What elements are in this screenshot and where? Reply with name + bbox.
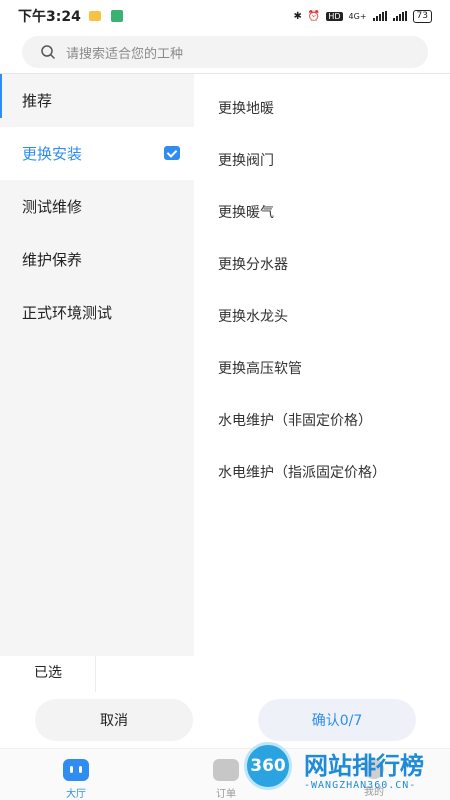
sidebar-item-env-test[interactable]: 正式环境测试 (0, 286, 194, 339)
list-item[interactable]: 水电维护（指派固定价格） (194, 446, 450, 498)
sidebar-item-label: 正式环境测试 (22, 304, 113, 322)
list-item[interactable]: 更换阀门 (194, 134, 450, 186)
list-item[interactable]: 更换地暖 (194, 82, 450, 134)
list-item-label: 水电维护（指派固定价格） (218, 465, 386, 481)
list-item-label: 水电维护（非固定价格） (218, 413, 372, 429)
sidebar-item-label: 测试维修 (22, 198, 83, 216)
list-item[interactable]: 更换分水器 (194, 238, 450, 290)
selected-divider (95, 656, 96, 692)
search-icon (41, 45, 55, 59)
list-item-label: 更换分水器 (218, 257, 288, 273)
search-input[interactable]: 请搜索适合您的工种 (66, 43, 183, 62)
hd-badge: HD (326, 11, 343, 21)
sidebar-item-label: 维护保养 (22, 251, 83, 269)
alarm-icon: ⏰ (307, 10, 321, 22)
sidebar-accent-bar (0, 74, 2, 118)
app-notification-icon (110, 10, 123, 22)
status-time: 下午3:24 (18, 9, 81, 25)
list-item[interactable]: 更换水龙头 (194, 290, 450, 342)
network-type: 4G+ (348, 11, 367, 21)
sidebar-item-label: 更换安装 (22, 145, 83, 163)
watermark-logo: 360 (244, 742, 292, 790)
sidebar-item-recommend[interactable]: 推荐 (0, 74, 194, 127)
status-bar: 下午3:24 ✱ ⏰ HD 4G+ 73 (0, 0, 450, 32)
list-item-label: 更换高压软管 (218, 361, 302, 377)
watermark: 360 网站排行榜 -WANGZHAN360.CN- (244, 742, 450, 800)
list-item[interactable]: 水电维护（非固定价格） (194, 394, 450, 446)
list-item-label: 更换阀门 (218, 153, 274, 169)
battery-icon: 73 (412, 9, 432, 23)
sidebar-item-label: 推荐 (22, 92, 53, 110)
status-right: ✱ ⏰ HD 4G+ 73 (293, 9, 432, 23)
watermark-subtitle: -WANGZHAN360.CN- (304, 780, 417, 791)
bluetooth-icon: ✱ (293, 10, 302, 22)
signal-icon-2 (392, 11, 407, 21)
hall-icon (63, 759, 89, 781)
order-icon (213, 759, 239, 781)
tab-label: 大厅 (66, 789, 86, 800)
list-item[interactable]: 更换高压软管 (194, 342, 450, 394)
tab-hall[interactable]: 大厅 (46, 759, 106, 800)
tab-label: 订单 (216, 789, 236, 800)
watermark-title: 网站排行榜 (304, 752, 424, 780)
notification-icon (88, 11, 101, 21)
selected-label: 已选 (34, 665, 62, 681)
list-item-label: 更换暖气 (218, 205, 274, 221)
sidebar-item-replace-install[interactable]: 更换安装 (0, 127, 194, 180)
checkbox-checked-icon[interactable] (164, 146, 180, 160)
service-list: 更换地暖 更换阀门 更换暖气 更换分水器 更换水龙头 更换高压软管 水电维护（非… (194, 74, 450, 656)
list-item-label: 更换地暖 (218, 101, 274, 117)
category-sidebar: 推荐 更换安装 测试维修 维护保养 正式环境测试 (0, 74, 194, 656)
confirm-button[interactable]: 确认0/7 (258, 699, 416, 741)
list-item-label: 更换水龙头 (218, 309, 288, 325)
cancel-button[interactable]: 取消 (35, 699, 193, 741)
sidebar-item-maintenance[interactable]: 维护保养 (0, 233, 194, 286)
list-item[interactable]: 更换暖气 (194, 186, 450, 238)
signal-icon (372, 11, 387, 21)
sidebar-item-test-repair[interactable]: 测试维修 (0, 180, 194, 233)
search-bar[interactable]: 请搜索适合您的工种 (22, 36, 428, 68)
